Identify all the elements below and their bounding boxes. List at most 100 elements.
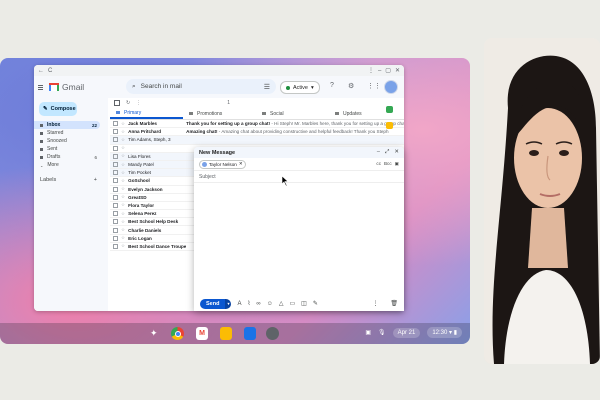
star-icon[interactable]: ☆	[121, 145, 125, 151]
close-icon[interactable]: ✕	[394, 149, 399, 156]
row-checkbox[interactable]	[113, 243, 118, 249]
signature-icon[interactable]: ✎	[313, 300, 318, 307]
system-tray-button[interactable]: 12:30 ▾ ▮	[427, 327, 462, 338]
table-row[interactable]: ☆ Anna Pritchard Amazing chat! - Amazing c…	[110, 128, 404, 137]
row-checkbox[interactable]	[113, 211, 118, 217]
row-checkbox[interactable]	[113, 178, 118, 184]
star-icon[interactable]: ☆	[121, 202, 125, 208]
sidebar-item-snoozed[interactable]: Snoozed	[34, 137, 100, 145]
trash-icon[interactable]: 🗑	[390, 300, 398, 307]
expand-icon[interactable]: ⤢	[385, 149, 389, 156]
search-options-icon[interactable]: ☰	[264, 83, 270, 91]
send-button[interactable]: Send ▾	[200, 298, 232, 309]
back-icon[interactable]: ←	[38, 68, 44, 74]
minimize-icon[interactable]: –	[377, 149, 380, 156]
settings-app-icon[interactable]	[266, 327, 279, 340]
add-label-icon[interactable]: +	[94, 177, 97, 183]
star-icon[interactable]: ☆	[121, 137, 125, 143]
sidebar-item-more[interactable]: ⌄ More	[34, 161, 100, 169]
tab-social[interactable]: Social	[256, 108, 329, 119]
status-button[interactable]: Active ▾	[280, 81, 320, 94]
row-checkbox[interactable]	[113, 194, 118, 200]
star-icon[interactable]: ☆	[121, 227, 125, 233]
more-options-icon[interactable]: ⋮	[136, 100, 141, 106]
star-icon[interactable]: ☆	[121, 162, 125, 168]
search-input[interactable]: ⌕ Search in mail ☰	[126, 79, 276, 94]
bcc-link[interactable]: Bcc	[384, 161, 392, 167]
chrome-app-icon[interactable]	[171, 327, 184, 340]
tab-promotions[interactable]: Promotions	[183, 108, 256, 119]
row-checkbox[interactable]	[113, 129, 118, 135]
launcher-icon[interactable]: ✦	[150, 328, 158, 339]
tab-primary[interactable]: Primary	[110, 108, 183, 119]
cc-link[interactable]: cc	[376, 161, 381, 167]
chevron-down-icon[interactable]: ▾	[225, 298, 232, 309]
window-maximize-icon[interactable]: ▢	[385, 67, 391, 74]
main-menu-icon[interactable]	[38, 84, 43, 90]
table-row[interactable]: ☆ Jack Marbles Thank you for setting up a …	[110, 120, 404, 129]
row-checkbox[interactable]	[113, 202, 118, 208]
star-icon[interactable]: ☆	[121, 219, 125, 225]
reload-icon[interactable]: C	[48, 68, 52, 74]
star-icon[interactable]: ☆	[121, 211, 125, 217]
star-icon[interactable]: ☆	[121, 121, 125, 127]
row-checkbox[interactable]	[113, 137, 118, 143]
window-minimize-icon[interactable]: –	[378, 68, 381, 74]
refresh-icon[interactable]: ↻	[126, 100, 130, 106]
link-icon[interactable]: ∞	[256, 301, 260, 307]
window-close-icon[interactable]: ✕	[395, 67, 400, 74]
gmail-logo[interactable]: Gmail	[49, 82, 84, 92]
date-label[interactable]: Apr 21	[392, 327, 421, 338]
row-checkbox[interactable]	[113, 235, 118, 241]
row-checkbox[interactable]	[113, 121, 118, 127]
star-icon[interactable]: ☆	[121, 235, 125, 241]
row-checkbox[interactable]	[113, 186, 118, 192]
recipients-field[interactable]: Taylor Nelson ✕ cc Bcc ▣	[194, 158, 404, 171]
sidebar-item-starred[interactable]: Starred	[34, 129, 100, 137]
star-icon[interactable]: ☆	[121, 194, 125, 200]
select-all-checkbox[interactable]	[114, 100, 120, 106]
compose-button[interactable]: ✎ Compose	[39, 102, 77, 116]
row-checkbox[interactable]	[113, 162, 118, 168]
table-row[interactable]: ☆ Tim Adams, Steph, 3	[110, 136, 404, 145]
keep-icon[interactable]	[386, 122, 393, 129]
star-icon[interactable]: ☆	[121, 129, 125, 135]
apps-grid-icon[interactable]: ⋮⋮	[367, 82, 381, 90]
microphone-icon[interactable]: 🎙	[378, 329, 386, 336]
files-app-icon[interactable]	[244, 327, 256, 340]
subject-field[interactable]: Subject	[194, 171, 404, 183]
recipient-chip[interactable]: Taylor Nelson ✕	[199, 159, 246, 169]
row-checkbox[interactable]	[113, 153, 118, 159]
remove-recipient-icon[interactable]: ✕	[239, 161, 243, 167]
account-avatar[interactable]	[384, 80, 398, 94]
help-icon[interactable]: ?	[330, 82, 334, 89]
text-format-icon[interactable]: A	[237, 301, 241, 307]
star-icon[interactable]: ☆	[121, 243, 125, 249]
row-checkbox[interactable]	[113, 170, 118, 176]
confidential-icon[interactable]: ◫	[301, 300, 307, 307]
row-checkbox[interactable]	[113, 145, 118, 151]
message-body[interactable]	[194, 183, 404, 293]
sidebar-item-inbox[interactable]: Inbox 22	[34, 121, 100, 129]
attach-icon[interactable]: ⌇	[247, 300, 250, 307]
drive-icon[interactable]: △	[279, 300, 284, 307]
slides-app-icon[interactable]	[220, 327, 232, 340]
star-icon[interactable]: ☆	[121, 170, 125, 176]
emoji-icon[interactable]: ☺	[267, 301, 273, 307]
star-icon[interactable]: ☆	[121, 153, 125, 159]
star-icon[interactable]: ☆	[121, 186, 125, 192]
star-icon[interactable]: ☆	[121, 178, 125, 184]
lock-icon[interactable]: ▣	[395, 161, 399, 167]
more-options-icon[interactable]: ⋮	[372, 300, 378, 307]
browser-menu-icon[interactable]: ⋮	[368, 67, 374, 74]
compose-header[interactable]: New Message – ⤢ ✕	[194, 147, 404, 158]
sidebar-item-drafts[interactable]: Drafts 6	[34, 153, 100, 161]
settings-gear-icon[interactable]: ⚙	[348, 82, 354, 90]
screen-capture-icon[interactable]: ▣	[365, 329, 371, 336]
gmail-app-icon[interactable]: M	[196, 327, 208, 340]
photo-icon[interactable]: ▭	[289, 300, 295, 307]
row-checkbox[interactable]	[113, 227, 118, 233]
sidebar-item-sent[interactable]: Sent	[34, 145, 100, 153]
row-checkbox[interactable]	[113, 219, 118, 225]
calendar-icon[interactable]	[386, 106, 393, 113]
